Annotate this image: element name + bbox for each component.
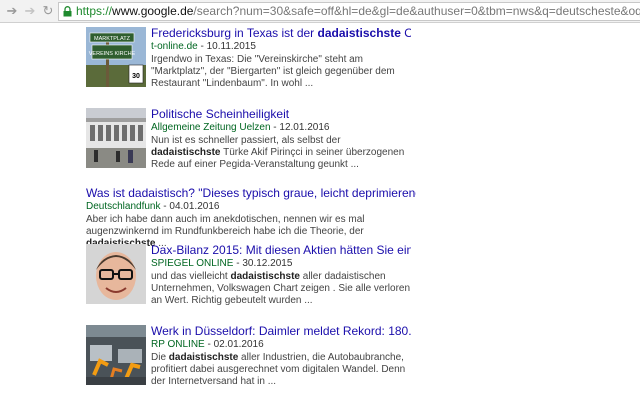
result-snippet: Die dadaistischste aller Industrien, die…	[151, 352, 406, 387]
station-building-image	[86, 108, 146, 168]
person-portrait-image	[86, 244, 146, 304]
result-thumbnail[interactable]	[86, 108, 146, 168]
url-host: www.google.de	[112, 4, 194, 18]
thumb-speed: 30	[132, 73, 140, 80]
factory-robots-image	[86, 325, 146, 385]
result-source[interactable]: Allgemeine Zeitung Uelzen	[151, 122, 271, 133]
result-snippet: Irgendwo in Texas: Die "Vereinskirche" s…	[151, 54, 395, 89]
secure-lock-icon	[63, 6, 72, 17]
reload-icon[interactable]: ↻	[40, 3, 56, 19]
url-protocol: https://	[76, 4, 113, 18]
result-snippet: Nun ist es schneller passiert, als selbs…	[151, 135, 405, 170]
result-title-link[interactable]: Politische Scheinheiligkeit	[151, 108, 411, 121]
result-source[interactable]: Deutschlandfunk	[86, 201, 161, 212]
thumb-sign-2: VEREINS KIRCHE	[89, 51, 136, 57]
news-result: Dax-Bilanz 2015: Mit diesen Aktien hätte…	[86, 244, 416, 308]
url-path: /search?num=30&safe=off&hl=de&gl=de&auth…	[193, 4, 640, 18]
result-date: 12.01.2016	[279, 122, 330, 133]
result-title-link[interactable]: Werk in Düsseldorf: Daimler meldet Rekor…	[151, 325, 411, 338]
address-bar[interactable]: https://www.google.de/search?num=30&safe…	[58, 2, 640, 21]
news-result: Politische Scheinheiligkeit Allgemeine Z…	[86, 108, 416, 172]
browser-toolbar: ➔ ➔ ↻ https://www.google.de/search?num=3…	[0, 0, 640, 23]
result-source[interactable]: RP ONLINE	[151, 339, 205, 350]
news-result: Was ist dadaistisch? "Dieses typisch gra…	[86, 187, 416, 249]
result-meta: SPIEGEL ONLINE - 30.12.2015	[151, 258, 293, 269]
result-date: 02.01.2016	[213, 339, 264, 350]
news-result: MARKTPLATZ VEREINS KIRCHE 30 Fredericksb…	[86, 27, 416, 91]
result-thumbnail[interactable]: MARKTPLATZ VEREINS KIRCHE 30	[86, 27, 146, 87]
result-thumbnail[interactable]	[86, 244, 146, 304]
result-meta: Allgemeine Zeitung Uelzen - 12.01.2016	[151, 122, 330, 133]
result-meta: t-online.de - 10.11.2015	[151, 41, 256, 52]
result-date: 10.11.2015	[206, 41, 256, 52]
result-date: 04.01.2016	[169, 201, 220, 212]
result-snippet: und das vielleicht dadaistischste aller …	[151, 271, 411, 306]
result-title-link[interactable]: Dax-Bilanz 2015: Mit diesen Aktien hätte…	[151, 244, 411, 257]
thumb-sign-1: MARKTPLATZ	[94, 36, 131, 42]
url-text: https://www.google.de/search?num=30&safe…	[76, 4, 640, 19]
result-meta: RP ONLINE - 02.01.2016	[151, 339, 264, 350]
forward-arrow-icon[interactable]: ➔	[22, 3, 38, 19]
result-source[interactable]: SPIEGEL ONLINE	[151, 258, 233, 269]
result-title-link[interactable]: Was ist dadaistisch? "Dieses typisch gra…	[86, 187, 416, 200]
back-arrow-icon[interactable]: ➔	[4, 3, 20, 19]
result-meta: Deutschlandfunk - 04.01.2016	[86, 201, 220, 212]
news-result: Werk in Düsseldorf: Daimler meldet Rekor…	[86, 325, 416, 389]
marktplatz-sign-image: MARKTPLATZ VEREINS KIRCHE 30	[86, 27, 146, 87]
result-title-link[interactable]: Fredericksburg in Texas ist der dadaisti…	[151, 27, 411, 40]
result-source[interactable]: t-online.de	[151, 41, 198, 52]
result-thumbnail[interactable]	[86, 325, 146, 385]
result-date: 30.12.2015	[242, 258, 293, 269]
